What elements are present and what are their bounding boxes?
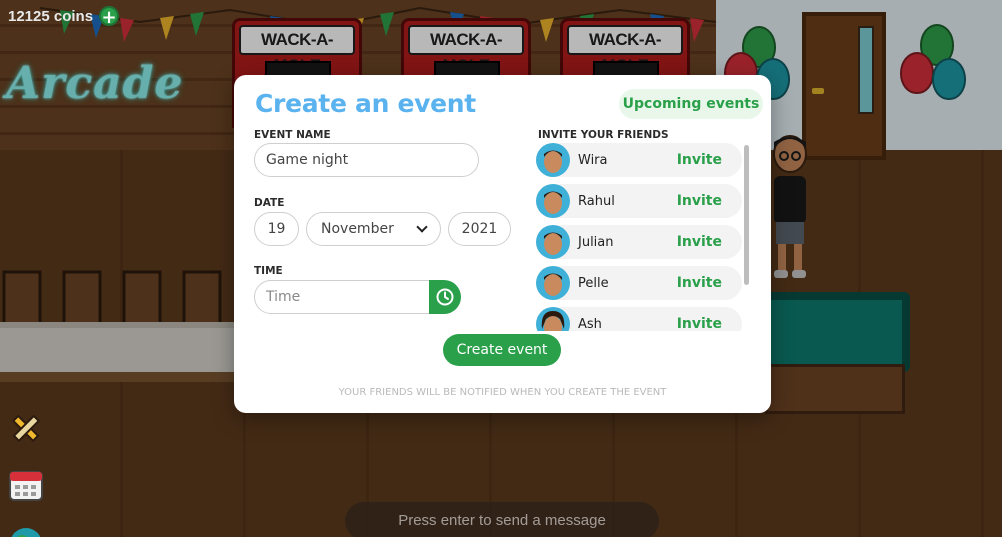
friend-name: Rahul — [578, 193, 615, 209]
event-name-label: EVENT NAME — [254, 129, 331, 141]
friend-row: Wira Invite — [536, 143, 742, 177]
friends-list[interactable]: Wira Invite Rahul Invite Julian Invite P… — [536, 143, 754, 331]
avatar — [536, 225, 570, 259]
notification-note: YOUR FRIENDS WILL BE NOTIFIED WHEN YOU C… — [338, 387, 667, 398]
calendar-icon[interactable] — [6, 464, 46, 504]
side-toolbar — [6, 408, 46, 537]
event-name-input[interactable] — [254, 143, 479, 177]
friend-name: Wira — [578, 152, 608, 168]
plus-icon[interactable]: + — [99, 6, 120, 28]
upcoming-events-button[interactable]: Upcoming events — [619, 89, 763, 119]
chat-input[interactable]: Press enter to send a message — [345, 502, 659, 537]
invite-button[interactable]: Invite — [677, 234, 722, 250]
coins-display: 12125 coins + — [8, 6, 120, 28]
create-event-button[interactable]: Create event — [443, 334, 561, 366]
invite-friends-label: INVITE YOUR FRIENDS — [538, 129, 669, 141]
friends-scrollbar[interactable] — [744, 143, 750, 331]
date-label: DATE — [254, 197, 285, 209]
globe-icon[interactable] — [6, 520, 46, 537]
clock-icon — [436, 288, 454, 306]
invite-button[interactable]: Invite — [677, 316, 722, 331]
invite-button[interactable]: Invite — [677, 193, 722, 209]
create-event-dialog: Create an event Upcoming events EVENT NA… — [234, 75, 771, 413]
year-input[interactable] — [448, 212, 511, 246]
avatar — [536, 266, 570, 300]
coins-balance: 12125 coins — [8, 7, 94, 25]
invite-button[interactable]: Invite — [677, 275, 722, 291]
friend-row: Rahul Invite — [536, 184, 742, 218]
month-value: November — [321, 221, 394, 237]
time-input[interactable] — [254, 280, 432, 314]
time-picker-button[interactable] — [429, 280, 461, 314]
dialog-title: Create an event — [255, 89, 476, 118]
day-input[interactable] — [254, 212, 299, 246]
friend-name: Julian — [578, 234, 614, 250]
month-select[interactable]: November — [306, 212, 441, 246]
friend-name: Ash — [578, 316, 602, 332]
avatar — [536, 307, 570, 331]
avatar — [536, 143, 570, 177]
friend-row: Ash Invite — [536, 307, 742, 331]
friend-name: Pelle — [578, 275, 609, 291]
time-label: TIME — [254, 265, 283, 277]
friend-row: Pelle Invite — [536, 266, 742, 300]
avatar — [536, 184, 570, 218]
scrollbar-thumb[interactable] — [744, 145, 749, 285]
invite-button[interactable]: Invite — [677, 152, 722, 168]
chevron-down-icon — [416, 221, 428, 233]
pencil-icon[interactable] — [6, 408, 46, 448]
friend-row: Julian Invite — [536, 225, 742, 259]
